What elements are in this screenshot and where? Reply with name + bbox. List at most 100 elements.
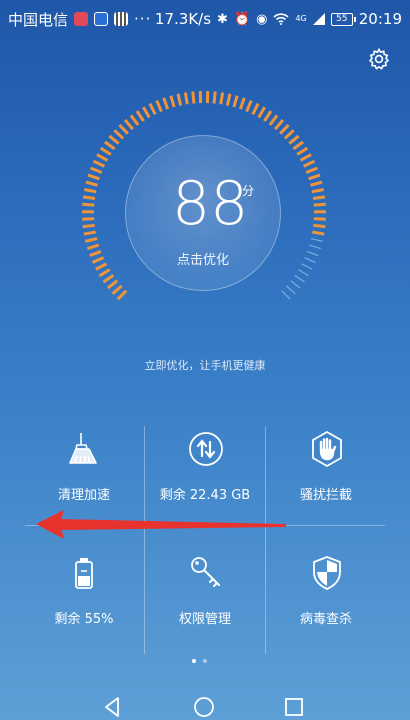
gauge-tick-active [111,284,123,295]
gauge-tick-active [288,134,300,145]
gauge-tick-active [219,92,225,105]
gauge-tick-active [292,140,305,151]
shield-icon [313,556,341,590]
gauge-tick-active [92,159,106,168]
gauge-tick-active [84,237,98,243]
gauge-tick-active [274,119,285,131]
gauge-tick-active [129,114,140,126]
page-indicator [192,659,207,663]
score-unit: 分 [242,184,255,198]
gauge-tick-active [82,217,95,221]
health-score: 88 [172,169,249,239]
gauge-tick-active [142,106,151,119]
gauge-tick-active [90,166,103,174]
gauge-tick-active [148,102,157,116]
gauge-tick-active [169,95,176,108]
back-icon[interactable] [100,694,126,720]
gauge-tick-active [263,110,273,122]
gauge-tick-active [313,202,326,207]
page-dot-active[interactable] [192,659,196,663]
gauge-tick-active [98,268,111,278]
gauge-tick-active [312,195,326,200]
tool-permissions[interactable]: 权限管理 [146,550,264,658]
tool-label: 剩余 22.43 GB [159,488,251,503]
gauge-tick-inactive [281,290,291,300]
gauge-tick-active [85,180,98,187]
gauge-tick-inactive [301,263,313,270]
gauge-tick-active [313,217,326,221]
gauge-tick-active [108,134,120,145]
gauge-tick-active [102,274,115,284]
gauge-tick-active [103,140,116,151]
gauge-tick-active [96,153,109,162]
tool-label: 骚扰拦截 [299,488,352,503]
gauge-tick-active [91,256,105,264]
gauge-tick-active [308,173,321,181]
optimize-hint: 立即优化，让手机更健康 [144,359,266,372]
swipe-arrow-annotation [36,510,286,539]
gauge-tick-inactive [309,244,321,250]
gauge-tick-active [162,97,170,110]
gauge-tick-active [113,129,125,140]
gauge-tick-active [268,114,279,126]
optimize-button[interactable]: 88 分 点击优化 [125,135,281,291]
gauge-tick-active [118,123,129,135]
recent-apps-icon[interactable] [281,694,307,720]
gauge-tick-inactive [290,280,301,289]
gauge-tick-active [95,262,108,271]
storage-arrows-icon [189,432,223,466]
gauge-tick-active [251,102,260,116]
gauge-tick-active [83,188,97,194]
gauge-tick-active [312,230,325,236]
key-icon [191,557,220,587]
tool-label: 病毒查杀 [299,612,352,627]
gauge-tick-active [176,93,183,106]
optimize-label: 点击优化 [176,253,229,268]
gauge-tick-inactive [304,257,316,264]
tool-label: 清理加速 [57,488,110,503]
gauge-tick-active [99,146,112,156]
tool-label: 剩余 55% [54,612,114,627]
gauge-tick-active [86,243,100,250]
gauge-tick-active [311,188,325,194]
gauge-tick-inactive [298,269,309,277]
broom-icon [69,433,97,464]
gauge-tick-active [313,223,326,229]
gauge-tick-active [123,119,134,131]
gauge-tick-active [87,173,100,181]
gauge-tick-active [135,110,145,122]
gauge-tick-inactive [294,274,305,283]
gauge-tick-active [302,159,316,168]
tool-label: 权限管理 [178,612,231,627]
gauge-tick-inactive [285,285,296,295]
gauge-tick-active [257,106,266,119]
gauge-tick-active [89,250,102,258]
phone-manager-screen: 中国电信 ··· 17.3K/s ✱ ⏰ ◉ 4G 55 20:19 88 分 … [0,0,410,720]
gauge-tick-active [232,95,239,108]
tool-virus-scan[interactable]: 病毒查杀 [267,550,385,658]
tool-battery[interactable]: 剩余 55% [25,550,143,658]
hand-stop-icon [312,430,342,468]
gauge-tick-inactive [306,250,319,257]
gauge-tick-active [183,92,189,105]
gauge-tick-inactive [310,237,323,242]
page-dot[interactable] [203,659,207,663]
gauge-tick-active [106,279,119,290]
gauge-tick-active [299,153,312,162]
gauge-tick-active [283,129,295,140]
navigation-bar [0,690,410,720]
gauge-tick-active [238,97,246,110]
home-icon[interactable] [191,694,217,720]
gauge-tick-active [212,91,217,104]
gauge-tick-active [116,289,128,301]
gauge-tick-active [82,223,95,229]
gauge-tick-active [296,146,309,156]
gauge-tick-active [245,99,253,113]
gauge-tick-active [83,230,96,236]
gauge-tick-active [225,93,232,106]
battery-icon [75,558,93,589]
gauge-tick-active [191,91,196,104]
gauge-tick-active [305,166,318,174]
gauge-tick-active [82,202,95,207]
gauge-tick-active [155,99,163,113]
